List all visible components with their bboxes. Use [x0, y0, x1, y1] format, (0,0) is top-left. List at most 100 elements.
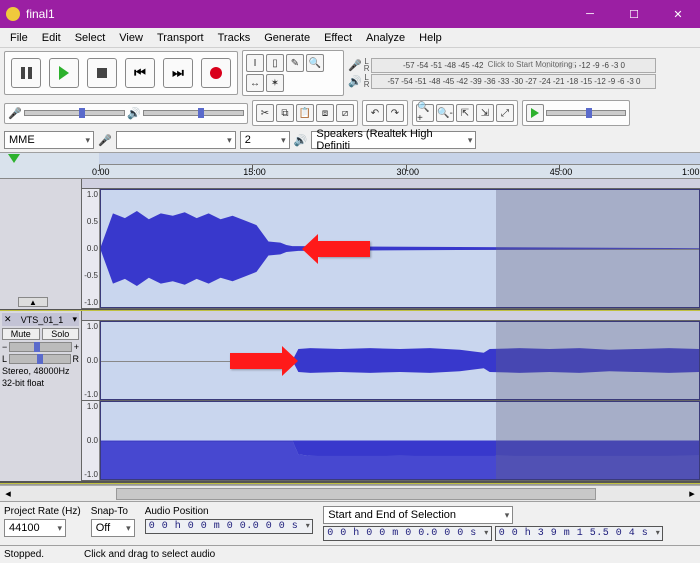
status-state: Stopped.: [4, 549, 44, 560]
track-format: 32-bit float: [2, 378, 79, 388]
clip-title-bar[interactable]: [82, 311, 700, 321]
undo-icon[interactable]: ↶: [366, 104, 384, 122]
play-button[interactable]: [49, 58, 79, 88]
track-collapse-button[interactable]: ▲: [18, 297, 48, 307]
maximize-button[interactable]: ☐: [612, 0, 656, 28]
audio-position-field[interactable]: 0 0 h 0 0 m 0 0.0 0 0 s: [145, 519, 314, 534]
draw-tool-icon[interactable]: ✎: [286, 54, 304, 72]
mixer-toolbar: 🎤 🔊: [4, 103, 248, 124]
menu-view[interactable]: View: [113, 30, 149, 46]
rec-device-combo[interactable]: [116, 131, 236, 149]
skip-end-button[interactable]: ⏭: [163, 58, 193, 88]
waveform-icon: [101, 402, 699, 479]
zoom-out-icon[interactable]: 🔍-: [436, 104, 454, 122]
selection-start-field[interactable]: 0 0 h 0 0 m 0 0.0 0 0 s: [323, 526, 492, 541]
minimize-button[interactable]: ─: [568, 0, 612, 28]
horizontal-scrollbar[interactable]: ◂ ▸: [0, 485, 700, 501]
envelope-tool-icon[interactable]: ▯: [266, 54, 284, 72]
mute-button[interactable]: Mute: [2, 328, 40, 340]
gain-slider[interactable]: [9, 342, 71, 352]
menu-generate[interactable]: Generate: [258, 30, 316, 46]
waveform-icon: [101, 190, 699, 307]
copy-icon[interactable]: ⧉: [276, 104, 294, 122]
cut-icon[interactable]: ✂: [256, 104, 274, 122]
tools-toolbar: I ▯ ✎ 🔍 ↔ ✶: [242, 50, 344, 96]
selection-mode-combo[interactable]: Start and End of Selection: [323, 506, 513, 524]
play-volume-slider[interactable]: [143, 110, 244, 116]
status-hint: Click and drag to select audio: [84, 549, 215, 560]
track-name[interactable]: ✕VTS_01_1▾: [2, 313, 79, 326]
paste-icon[interactable]: 📋: [296, 104, 314, 122]
scrollbar-thumb[interactable]: [116, 488, 596, 500]
track-control-panel[interactable]: ✕VTS_01_1▾ MuteSolo −+ LR Stereo, 48000H…: [0, 311, 82, 481]
rec-channels-combo[interactable]: 2: [240, 131, 290, 149]
playhead-icon[interactable]: [8, 154, 20, 163]
menu-transport[interactable]: Transport: [151, 30, 210, 46]
status-bar: Stopped. Click and drag to select audio: [0, 545, 700, 563]
audio-clip[interactable]: [100, 189, 700, 308]
menu-effect[interactable]: Effect: [318, 30, 358, 46]
menu-select[interactable]: Select: [69, 30, 112, 46]
annotation-arrow-right: [230, 353, 282, 369]
fit-selection-icon[interactable]: ⇱: [456, 104, 474, 122]
timeshift-tool-icon[interactable]: ↔: [246, 74, 264, 92]
zoom-toggle-icon[interactable]: ⤢: [496, 104, 514, 122]
project-rate-combo[interactable]: 44100: [4, 519, 66, 537]
playatspeed-toolbar: [522, 100, 630, 126]
waveform-lane[interactable]: [100, 189, 700, 308]
timeline-ruler[interactable]: 0:00 15:00 30:00 45:00 1:00:00: [0, 153, 700, 179]
rec-volume-slider[interactable]: [24, 110, 125, 116]
ruler-label: 30:00: [396, 167, 419, 177]
speaker-icon: 🔊: [127, 107, 141, 120]
solo-button[interactable]: Solo: [42, 328, 80, 340]
clip-title-bar[interactable]: [82, 179, 700, 189]
fit-project-icon[interactable]: ⇲: [476, 104, 494, 122]
silence-icon[interactable]: ⧄: [336, 104, 354, 122]
snap-to-combo[interactable]: Off: [91, 519, 135, 537]
zoom-tool-icon[interactable]: 🔍: [306, 54, 324, 72]
mic-icon: 🎤: [8, 107, 22, 120]
project-rate-label: Project Rate (Hz): [4, 506, 81, 517]
app-icon: [6, 7, 20, 21]
device-toolbar: MME 🎤 2 🔊 Speakers (Realtek High Definit…: [0, 128, 700, 152]
close-button[interactable]: ✕: [656, 0, 700, 28]
track-row: ✕VTS_01_1▾ MuteSolo −+ LR Stereo, 48000H…: [0, 311, 700, 483]
audio-host-combo[interactable]: MME: [4, 131, 94, 149]
selection-end-field[interactable]: 0 0 h 3 9 m 1 5.5 0 4 s: [495, 526, 664, 541]
pan-slider[interactable]: [9, 354, 70, 364]
waveform-lane[interactable]: [100, 401, 700, 480]
track-row: ▲ 1.00.50.0-0.5-1.0: [0, 179, 700, 311]
menu-tracks[interactable]: Tracks: [212, 30, 257, 46]
selection-toolbar: Project Rate (Hz) 44100 Snap-To Off Audi…: [0, 501, 700, 545]
play-at-speed-button[interactable]: [526, 104, 544, 122]
play-speed-slider[interactable]: [546, 110, 626, 116]
pause-button[interactable]: [11, 58, 41, 88]
audio-clip[interactable]: [100, 401, 700, 480]
track-control-panel[interactable]: ▲: [0, 179, 82, 309]
menu-file[interactable]: File: [4, 30, 34, 46]
stop-button[interactable]: [87, 58, 117, 88]
ruler-label: 45:00: [550, 167, 573, 177]
undo-toolbar: ↶ ↷: [362, 100, 408, 126]
vertical-scale: 1.00.0-1.0: [82, 321, 100, 400]
trim-icon[interactable]: ⧈: [316, 104, 334, 122]
mic-icon: 🎤: [98, 134, 112, 147]
transport-toolbar: ⏮ ⏭: [4, 51, 238, 95]
record-button[interactable]: [201, 58, 231, 88]
selection-tool-icon[interactable]: I: [246, 54, 264, 72]
playback-meter[interactable]: -57 -54 -51 -48 -45 -42 -39 -36 -33 -30 …: [371, 74, 656, 89]
menu-help[interactable]: Help: [413, 30, 448, 46]
menu-edit[interactable]: Edit: [36, 30, 67, 46]
ruler-label: 15:00: [243, 167, 266, 177]
recording-meter[interactable]: -57 -54 -51 -48 -45 -42Click to Start Mo…: [371, 58, 656, 73]
skip-start-button[interactable]: ⏮: [125, 58, 155, 88]
speaker-icon: 🔊: [294, 134, 308, 147]
play-device-combo[interactable]: Speakers (Realtek High Definiti: [311, 131, 476, 149]
multi-tool-icon[interactable]: ✶: [266, 74, 284, 92]
waveform-icon: [101, 322, 699, 399]
waveform-lane[interactable]: [100, 321, 700, 400]
menu-analyze[interactable]: Analyze: [360, 30, 411, 46]
redo-icon[interactable]: ↷: [386, 104, 404, 122]
zoom-in-icon[interactable]: 🔍+: [416, 104, 434, 122]
audio-clip[interactable]: [100, 321, 700, 400]
